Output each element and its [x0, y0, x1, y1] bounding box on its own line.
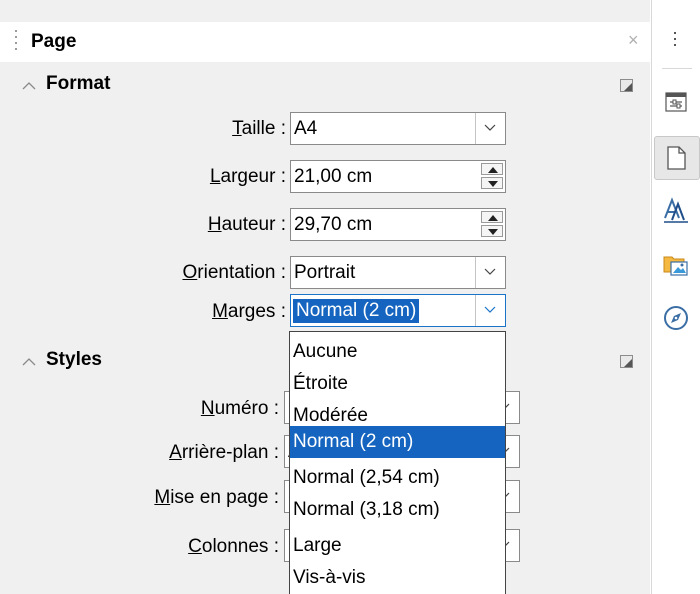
label-text: auteur : — [221, 214, 286, 235]
arrow-up-icon — [488, 167, 498, 173]
section-format-header[interactable]: Format — [0, 70, 650, 100]
option-label: Normal (3,18 cm) — [293, 499, 440, 520]
label-taille: Taille : — [232, 118, 286, 140]
label-arriere-plan: Arrière-plan : — [169, 442, 279, 464]
orientation-value: Portrait — [294, 262, 356, 283]
option-normal-254cm[interactable]: Normal (2,54 cm) — [290, 462, 505, 494]
label-text: ise en page : — [170, 487, 279, 508]
largeur-value: 21,00 cm — [294, 166, 373, 187]
taille-value: A4 — [294, 118, 318, 139]
dropdown-button[interactable] — [475, 295, 505, 326]
option-label: Aucune — [293, 341, 358, 362]
sidebar-menu-icon[interactable] — [674, 32, 678, 50]
page-icon[interactable] — [662, 144, 690, 172]
label-orientation: Orientation : — [182, 262, 286, 284]
dropdown-button[interactable] — [475, 113, 505, 144]
page-panel: Page × Format Taille : A4 Largeur : 21,0… — [0, 0, 650, 594]
option-label: Large — [293, 535, 342, 556]
option-label: Modérée — [293, 405, 368, 426]
section-styles-title: Styles — [46, 349, 102, 370]
marges-dropdown[interactable]: Normal (2 cm) — [290, 294, 506, 327]
arrow-down-icon — [488, 229, 498, 235]
option-label: Normal (2 cm) — [293, 431, 414, 452]
mnemonic: H — [207, 214, 222, 235]
label-text: olonnes : — [201, 536, 279, 557]
label-colonnes: Colonnes : — [188, 536, 279, 558]
largeur-spinbox[interactable]: 21,00 cm — [290, 160, 506, 193]
properties-icon[interactable] — [662, 88, 690, 116]
gallery-icon[interactable] — [662, 250, 690, 278]
label-marges: Marges : — [212, 301, 286, 323]
hauteur-spinbox[interactable]: 29,70 cm — [290, 208, 506, 241]
mnemonic: M — [154, 487, 171, 508]
mnemonic: L — [209, 166, 221, 187]
label-numero: Numéro : — [201, 398, 279, 420]
sidebar-separator — [662, 68, 692, 69]
label-largeur: Largeur : — [210, 166, 286, 188]
option-normal-2cm[interactable]: Normal (2 cm) — [290, 426, 505, 458]
option-label: Normal (2,54 cm) — [293, 467, 440, 488]
grip-icon[interactable] — [14, 30, 18, 52]
label-text: rientation : — [197, 262, 286, 283]
label-text: uméro : — [214, 398, 279, 419]
spin-buttons — [481, 163, 503, 190]
label-text: aille : — [241, 118, 286, 139]
close-icon[interactable]: × — [628, 30, 639, 51]
mnemonic: T — [232, 118, 242, 139]
mnemonic: C — [188, 536, 202, 557]
mnemonic: O — [182, 262, 198, 283]
chevron-up-icon — [22, 358, 36, 366]
arrow-down-icon — [488, 181, 498, 187]
chevron-down-icon — [484, 306, 496, 313]
option-etroite[interactable]: Étroite — [290, 368, 505, 400]
chevron-down-icon — [484, 268, 496, 275]
label-hauteur: Hauteur : — [208, 214, 286, 236]
spin-down-button[interactable] — [481, 225, 503, 237]
label-text: rrière-plan : — [181, 442, 279, 463]
section-format-title: Format — [46, 73, 111, 94]
arrow-up-icon — [488, 215, 498, 221]
taille-dropdown[interactable]: A4 — [290, 112, 506, 145]
option-normal-318cm[interactable]: Normal (3,18 cm) — [290, 494, 505, 526]
chevron-down-icon — [484, 124, 496, 131]
label-mise-en-page: Mise en page : — [154, 487, 279, 509]
orientation-dropdown[interactable]: Portrait — [290, 256, 506, 289]
panel-titlebar: Page × — [0, 22, 650, 62]
marges-value: Normal (2 cm) — [293, 299, 420, 323]
mnemonic: N — [200, 398, 215, 419]
more-options-icon[interactable] — [620, 355, 633, 368]
spin-up-button[interactable] — [481, 211, 503, 223]
label-text: arges : — [227, 301, 286, 322]
option-label: Étroite — [293, 373, 348, 394]
chevron-up-icon — [22, 82, 36, 90]
styles-icon[interactable] — [662, 196, 690, 224]
option-aucune[interactable]: Aucune — [290, 336, 505, 368]
mnemonic: M — [212, 301, 228, 322]
navigator-icon[interactable] — [662, 304, 690, 332]
panel-title: Page — [31, 31, 77, 52]
spin-down-button[interactable] — [481, 177, 503, 189]
spin-up-button[interactable] — [481, 163, 503, 175]
spin-buttons — [481, 211, 503, 238]
more-options-icon[interactable] — [620, 79, 633, 92]
marges-dropdown-list: Aucune Étroite Modérée Normal (2 cm) Nor… — [289, 331, 506, 594]
option-label: Vis-à-vis — [293, 567, 366, 588]
hauteur-value: 29,70 cm — [294, 214, 373, 235]
sidebar-deck — [651, 0, 700, 594]
option-vis-a-vis[interactable]: Vis-à-vis — [290, 562, 505, 594]
mnemonic: A — [169, 442, 182, 463]
label-text: argeur : — [220, 166, 286, 187]
dropdown-button[interactable] — [475, 257, 505, 288]
option-large[interactable]: Large — [290, 530, 505, 562]
